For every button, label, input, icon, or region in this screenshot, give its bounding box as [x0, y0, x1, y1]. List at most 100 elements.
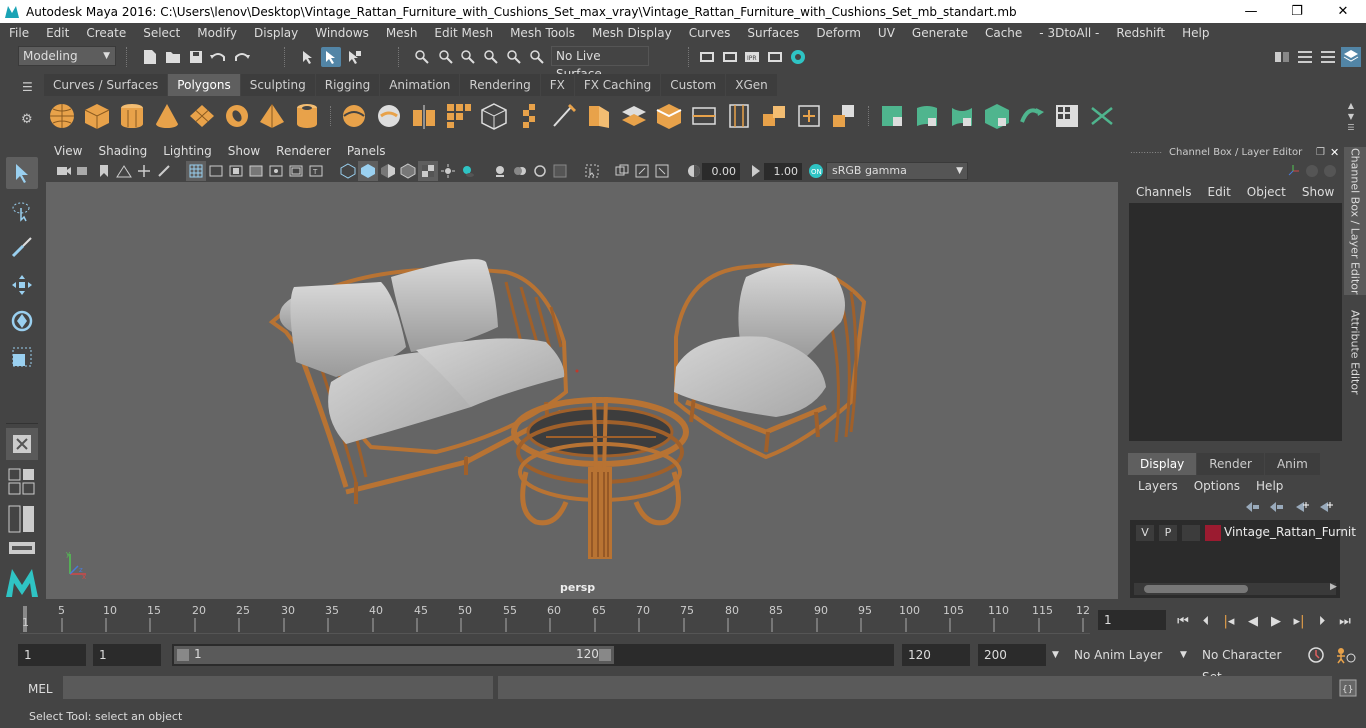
- menu-redshift[interactable]: Redshift: [1107, 23, 1173, 43]
- smooth-shade-icon[interactable]: [358, 161, 378, 181]
- menu-cache[interactable]: Cache: [976, 23, 1030, 43]
- isolate-select-icon[interactable]: [582, 161, 602, 181]
- play-backward-icon[interactable]: ◀: [1242, 612, 1264, 630]
- safe-action-icon[interactable]: [286, 161, 306, 181]
- scroll-right-icon[interactable]: ▶: [1330, 582, 1337, 592]
- select-hierarchy-icon[interactable]: [298, 47, 318, 67]
- viewport-menu-renderer[interactable]: Renderer: [268, 143, 339, 160]
- bookmark-icon[interactable]: [94, 161, 114, 181]
- poly-cone-icon[interactable]: [153, 102, 181, 130]
- current-frame-field[interactable]: 1: [1098, 610, 1166, 630]
- extrude-icon[interactable]: [585, 102, 613, 130]
- layer-menu-layers[interactable]: Layers: [1130, 479, 1186, 493]
- menu-mesh-display[interactable]: Mesh Display: [583, 23, 680, 43]
- snap-live-icon[interactable]: [527, 47, 547, 67]
- smooth-icon[interactable]: [445, 102, 473, 130]
- menu-mesh[interactable]: Mesh: [377, 23, 426, 43]
- safe-title-icon[interactable]: T: [306, 161, 326, 181]
- workspace-icon[interactable]: [1272, 47, 1292, 67]
- rotate-tool-icon[interactable]: [6, 305, 38, 337]
- layer-tab-anim[interactable]: Anim: [1264, 453, 1320, 475]
- open-scene-icon[interactable]: [163, 47, 183, 67]
- fill-hole-icon[interactable]: [795, 102, 823, 130]
- uv-spherical-icon[interactable]: [948, 102, 976, 130]
- undo-icon[interactable]: [208, 47, 228, 67]
- shelf-scroll-icon[interactable]: ▲ ▼ ☰: [1346, 100, 1356, 134]
- shelf-tab-rigging[interactable]: Rigging: [315, 74, 380, 96]
- toggle-tool-settings-icon[interactable]: [1318, 47, 1338, 67]
- select-object-icon[interactable]: [321, 47, 341, 67]
- toggle-attribute-editor-icon[interactable]: [1295, 47, 1315, 67]
- exposure-icon[interactable]: [684, 161, 704, 181]
- new-layer-selected-icon[interactable]: [1318, 500, 1334, 514]
- paint-select-tool-icon[interactable]: [6, 231, 38, 263]
- menu-surfaces[interactable]: Surfaces: [738, 23, 807, 43]
- range-slider[interactable]: 1 120: [172, 644, 894, 666]
- anti-aliasing-icon[interactable]: [530, 161, 550, 181]
- menu-curves[interactable]: Curves: [680, 23, 739, 43]
- field-chart-icon[interactable]: [266, 161, 286, 181]
- menu-windows[interactable]: Windows: [306, 23, 377, 43]
- shelf-tab-xgen[interactable]: XGen: [726, 74, 777, 96]
- single-perspective-layout-icon[interactable]: [6, 428, 38, 460]
- minimize-button[interactable]: —: [1228, 0, 1274, 23]
- snap-grid-icon[interactable]: [412, 47, 432, 67]
- mode-selector[interactable]: Modeling ▼: [18, 46, 116, 66]
- layer-menu-options[interactable]: Options: [1186, 479, 1248, 493]
- layer-playback-toggle[interactable]: P: [1159, 525, 1177, 541]
- auto-key-icon[interactable]: [1307, 646, 1325, 664]
- poly-cylinder-icon[interactable]: [118, 102, 146, 130]
- go-to-end-icon[interactable]: ⏭: [1334, 612, 1356, 630]
- layer-row[interactable]: V P Vintage_Rattan_Furnit: [1130, 520, 1356, 546]
- uv-cut-sew-icon[interactable]: [1018, 102, 1046, 130]
- layer-name[interactable]: Vintage_Rattan_Furnit: [1224, 525, 1356, 539]
- grease-pencil-icon[interactable]: [154, 161, 174, 181]
- go-to-start-icon[interactable]: ⏮: [1172, 612, 1194, 630]
- lock-icon[interactable]: [1304, 163, 1320, 179]
- menu-help[interactable]: Help: [1173, 23, 1217, 43]
- poly-cube-icon[interactable]: [83, 102, 111, 130]
- viewport-menu-shading[interactable]: Shading: [90, 143, 155, 160]
- color-space-dropdown[interactable]: sRGB gamma ▼: [826, 162, 968, 180]
- menu-3dtoall[interactable]: - 3DtoAll -: [1030, 23, 1107, 43]
- live-surface-field[interactable]: No Live Surface: [551, 46, 649, 81]
- channel-menu-edit[interactable]: Edit: [1200, 185, 1239, 199]
- shelf-tab-rendering[interactable]: Rendering: [460, 74, 540, 96]
- viewport-menu-lighting[interactable]: Lighting: [155, 143, 220, 160]
- world-axis-icon[interactable]: [1285, 163, 1301, 179]
- perspective-viewport[interactable]: persp yzx: [46, 182, 1118, 599]
- snap-surface-icon[interactable]: [504, 47, 524, 67]
- layer-tab-render[interactable]: Render: [1197, 453, 1264, 475]
- reduce-icon[interactable]: [480, 102, 508, 130]
- shelf-tab-fx-caching[interactable]: FX Caching: [574, 74, 661, 96]
- shelf-tab-animation[interactable]: Animation: [380, 74, 460, 96]
- menu-file[interactable]: File: [0, 23, 37, 43]
- command-input[interactable]: [63, 676, 493, 699]
- shelf-menu-icon[interactable]: ☰: [22, 80, 33, 94]
- range-handle-end[interactable]: [599, 649, 611, 661]
- close-button[interactable]: ✕: [1320, 0, 1366, 23]
- anim-layer-dropdown[interactable]: ▼ No Anim Layer: [1050, 644, 1174, 666]
- uv-editor-icon[interactable]: [1053, 102, 1081, 130]
- uv-planar-icon[interactable]: [878, 102, 906, 130]
- layer-tab-display[interactable]: Display: [1128, 453, 1197, 475]
- color-management-icon[interactable]: ON: [806, 161, 826, 181]
- poly-pipe-icon[interactable]: [293, 102, 321, 130]
- separate-icon[interactable]: [375, 102, 403, 130]
- save-scene-icon[interactable]: [186, 47, 206, 67]
- move-layer-down-icon[interactable]: [1268, 500, 1284, 514]
- insert-edge-loop-icon[interactable]: [690, 102, 718, 130]
- uv-unfold-icon[interactable]: [1088, 102, 1116, 130]
- menu-edit[interactable]: Edit: [37, 23, 77, 43]
- bevel-icon[interactable]: [655, 102, 683, 130]
- rattan-armchair[interactable]: [674, 263, 867, 460]
- shelf-tab-custom[interactable]: Custom: [661, 74, 726, 96]
- channel-menu-object[interactable]: Object: [1239, 185, 1294, 199]
- use-all-lights-icon[interactable]: [438, 161, 458, 181]
- two-d-pan-icon[interactable]: [134, 161, 154, 181]
- move-layer-up-icon[interactable]: [1244, 500, 1260, 514]
- step-back-frame-icon[interactable]: | ◂: [1218, 612, 1240, 630]
- scene-start-field[interactable]: 1: [18, 644, 86, 666]
- gate-mask-icon[interactable]: [246, 161, 266, 181]
- play-forward-icon[interactable]: ▶: [1265, 612, 1287, 630]
